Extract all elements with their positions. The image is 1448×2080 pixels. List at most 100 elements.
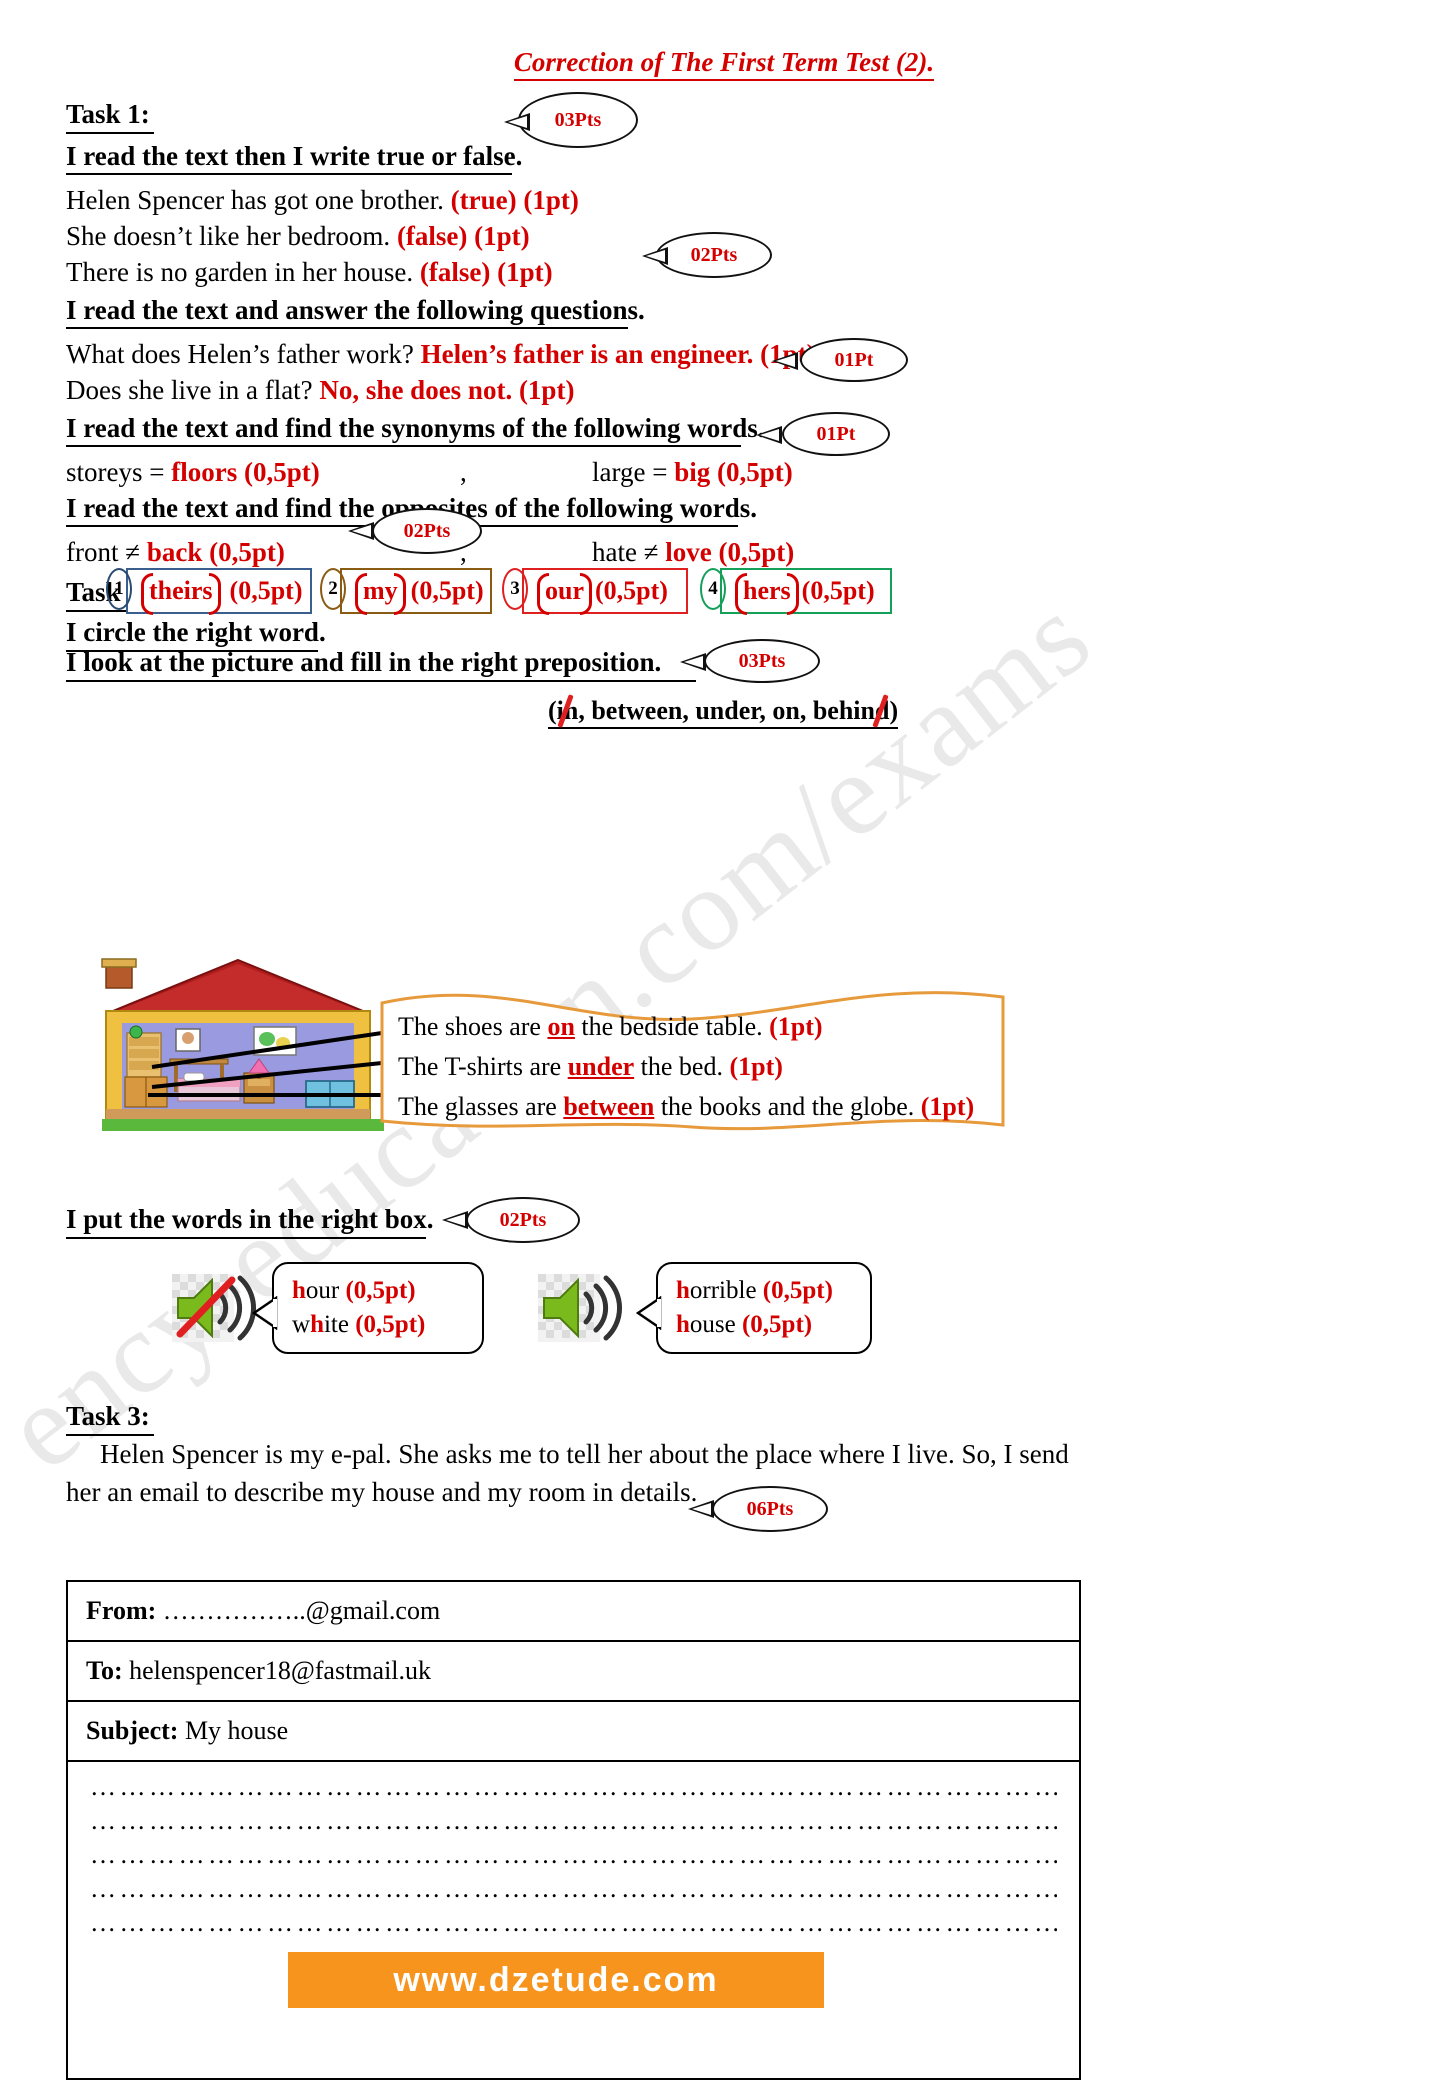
task2-sorting-instruction: I put the words in the right box.	[66, 1204, 434, 1234]
points-badge-task1-s1-tail	[504, 113, 530, 131]
email-to-label: To:	[86, 1656, 123, 1685]
points-badge-task1-s1-text: 03Pts	[554, 108, 602, 131]
preposition-sentence-2-after: the books and the globe.	[654, 1092, 915, 1121]
preposition-sentence-0-mark: (1pt)	[769, 1012, 823, 1041]
preposition-sentence-2-before: The glasses are	[398, 1092, 564, 1121]
sorting-word-1-0-mark: (0,5pt)	[762, 1277, 833, 1305]
task1-s2-item-1-question: Does she live in a flat?	[66, 375, 313, 405]
email-body-line-2: ……………………………………………………………………………………………………………	[90, 1840, 1057, 1869]
task1-s2-item-0-answer: Helen’s father is an engineer. (1pt)	[420, 339, 816, 369]
preposition-sentence-2: The glasses are between the books and th…	[398, 1092, 974, 1122]
points-badge-task2-sorting: 02Pts	[466, 1197, 580, 1243]
points-badge-task2-circle-text: 02Pts	[403, 519, 451, 542]
option-box-4[interactable]: hers (0,5pt)	[720, 568, 892, 615]
task1-s1-item-0: Helen Spencer has got one brother. (true…	[66, 185, 579, 216]
preposition-sentence-0: The shoes are on the bedside table. (1pt…	[398, 1012, 823, 1042]
task3-prompt-line-2: her an email to describe my house and my…	[66, 1477, 698, 1507]
task-3-label-underline	[66, 1434, 154, 1436]
option-mark-3: (0,5pt)	[595, 576, 668, 605]
option-number-2-text: 2	[328, 578, 338, 599]
task1-section1-instruction: I read the text then I write true or fal…	[66, 141, 523, 171]
task-1-label-underline	[66, 132, 154, 134]
sorting-word-1-0-rest: orrible	[689, 1277, 757, 1305]
task1-s3-pair-0-left: storeys =	[66, 457, 165, 487]
task1-s3-separator: ,	[460, 457, 467, 487]
email-subject-row[interactable]: Subject: My house	[68, 1702, 1079, 1762]
task2-preposition-underline	[66, 680, 696, 682]
points-badge-task2-sorting-tail	[442, 1211, 468, 1229]
task1-s4-pair-0: front ≠ back (0,5pt)	[66, 537, 285, 568]
email-from-label: From:	[86, 1596, 157, 1625]
task1-s3-pair-0: storeys = floors (0,5pt)	[66, 457, 320, 488]
option-number-3: 3	[502, 568, 528, 610]
preposition-sentence-2-answer: between	[563, 1092, 655, 1121]
sorting-word-0-1-pre: w	[292, 1311, 311, 1338]
email-subject-value: My house	[184, 1716, 289, 1745]
points-badge-task2-prep-text: 03Pts	[738, 649, 786, 672]
task1-s1-item-1-answer: (false) (1pt)	[396, 221, 530, 251]
email-body-area[interactable]: ……………………………………………………………………………………………………………	[68, 1762, 1079, 2078]
preposition-sentence-0-answer: on	[547, 1012, 575, 1041]
task2-preposition-instruction: I look at the picture and fill in the ri…	[66, 647, 662, 677]
sorting-word-0-0-rest: our	[305, 1277, 340, 1305]
task1-section1-underline	[66, 173, 512, 175]
task1-section2-instruction: I read the text and answer the following…	[66, 295, 645, 325]
speaker-icon	[538, 1274, 622, 1342]
task2-sorting-underline	[66, 1237, 426, 1239]
email-body-line-1: ……………………………………………………………………………………………………………	[90, 1806, 1057, 1835]
email-from-row[interactable]: From: ……………..@gmail.com	[68, 1582, 1079, 1642]
footer-url-text: www.dzetude.com	[393, 1960, 719, 1999]
points-badge-task1-s4: 01Pt	[782, 412, 890, 456]
circled-word-2: my	[355, 573, 406, 615]
points-badge-task1-s4-text: 01Pt	[816, 422, 856, 445]
sorting-word-1-0-h: h	[676, 1277, 690, 1305]
email-to-row[interactable]: To: helenspencer18@fastmail.uk	[68, 1642, 1079, 1702]
points-badge-task2-circle: 02Pts	[372, 508, 482, 554]
option-mark-1: (0,5pt)	[229, 576, 303, 605]
preposition-word-bank-text: (in, between, under, on, behind)	[548, 696, 899, 729]
preposition-sentence-0-before: The shoes are	[398, 1012, 548, 1041]
sorting-word-1-0: horrible (0,5pt)	[676, 1274, 852, 1308]
task1-section3-instruction: I read the text and find the synonyms of…	[66, 413, 765, 443]
task1-s1-item-0-question: Helen Spencer has got one brother.	[66, 185, 444, 215]
task1-s3-pair-1: large = big (0,5pt)	[592, 457, 793, 488]
task1-s3-pair-1-left: large =	[592, 457, 668, 487]
bedroom-house-picture	[101, 958, 384, 1131]
preposition-sentence-0-after: the bedside table.	[574, 1012, 763, 1041]
task1-s1-item-1: She doesn’t like her bedroom. (false) (1…	[66, 221, 530, 252]
option-number-4-text: 4	[708, 578, 718, 599]
task1-s1-item-0-answer: (true) (1pt)	[450, 185, 579, 215]
points-badge-task1-s2: 02Pts	[656, 232, 772, 278]
sorting-word-0-0: hour (0,5pt)	[292, 1274, 464, 1308]
points-badge-task1-s3-text: 01Pt	[834, 348, 874, 371]
footer-url-banner[interactable]: www.dzetude.com	[288, 1952, 824, 2008]
option-box-3[interactable]: our (0,5pt)	[522, 568, 688, 615]
option-number-4: 4	[700, 568, 726, 610]
task1-s3-pair-0-answer: floors (0,5pt)	[171, 457, 320, 487]
task2-circle-instruction: I circle the right word.	[66, 617, 326, 647]
speech-bubble-pronounced-h: horrible (0,5pt) house (0,5pt)	[656, 1262, 872, 1354]
task1-s2-item-1: Does she live in a flat? No, she does no…	[66, 375, 574, 406]
points-badge-task1-s4-tail	[756, 426, 782, 444]
task1-s1-item-2-answer: (false) (1pt)	[419, 257, 553, 287]
circled-word-3: our	[537, 573, 592, 615]
email-from-value: ……………..@gmail.com	[162, 1596, 441, 1625]
option-number-2: 2	[320, 568, 346, 610]
task1-s1-item-1-question: She doesn’t like her bedroom.	[66, 221, 391, 251]
points-badge-task1-s1: 03Pts	[518, 92, 638, 148]
option-number-1-text: 1	[114, 578, 124, 599]
sorting-word-0-1-mark: (0,5pt)	[355, 1311, 426, 1338]
option-box-2[interactable]: my (0,5pt)	[340, 568, 492, 615]
points-badge-task2-circle-tail	[348, 522, 374, 540]
sorting-word-0-1-h: h	[310, 1311, 324, 1338]
sorting-word-1-1-mark: (0,5pt)	[741, 1311, 813, 1338]
preposition-sentence-1-answer: under	[567, 1052, 635, 1081]
points-badge-task2-prep-tail	[680, 653, 706, 671]
email-to-value: helenspencer18@fastmail.uk	[129, 1656, 432, 1685]
option-number-1: 1	[106, 568, 132, 610]
option-box-1[interactable]: theirs (0,5pt)	[126, 568, 312, 615]
email-body-line-4: ……………………………………………………………………………………………………………	[90, 1908, 1057, 1937]
option-mark-4: (0,5pt)	[801, 576, 875, 605]
points-badge-task3-text: 06Pts	[746, 1497, 794, 1520]
speech-tail-left	[252, 1296, 278, 1330]
